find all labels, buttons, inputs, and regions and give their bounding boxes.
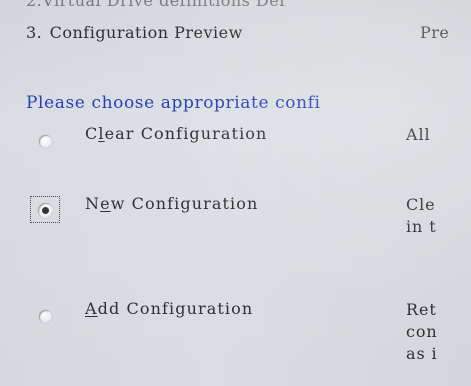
clear-configuration-label-suffix: ear Configuration	[104, 124, 268, 143]
new-configuration-description: Cle in t	[406, 195, 437, 236]
clear-configuration-option[interactable]: Clear Configuration All	[0, 118, 471, 178]
new-configuration-radio[interactable]	[38, 203, 53, 218]
clear-configuration-radio[interactable]	[39, 135, 52, 148]
add-configuration-option[interactable]: Add Configuration Ret con as i	[0, 294, 471, 363]
new-configuration-focus-rect	[30, 196, 60, 223]
clear-configuration-label-prefix: C	[85, 124, 99, 143]
new-configuration-label[interactable]: New Configuration	[85, 194, 258, 213]
step-3-label: Configuration Preview	[49, 23, 243, 42]
add-configuration-mnemonic: A	[85, 299, 98, 318]
new-configuration-option[interactable]: New Configuration Cle in t	[0, 186, 471, 246]
step-2-label: 2.Virtual Drive definitions Def	[26, 0, 286, 10]
add-configuration-label-suffix: dd Configuration	[97, 299, 254, 318]
step-3-configuration-preview: 3. Configuration Preview Pre	[26, 23, 449, 42]
add-configuration-label[interactable]: Add Configuration	[85, 299, 253, 318]
add-configuration-description: Ret con as i	[406, 300, 438, 363]
new-configuration-label-suffix: w Configuration	[110, 194, 259, 213]
clear-configuration-description: All	[406, 125, 431, 144]
selected-radio-dot	[42, 207, 49, 214]
step-3-description: Pre	[420, 23, 450, 42]
add-configuration-radio[interactable]	[39, 310, 52, 323]
new-configuration-mnemonic: e	[100, 194, 111, 213]
step-2-virtual-drive-definitions: 2.Virtual Drive definitions Def	[26, 0, 286, 10]
configuration-wizard-page: 2.Virtual Drive definitions Def 3. Confi…	[0, 0, 471, 386]
new-configuration-label-prefix: N	[85, 194, 101, 213]
instruction-prompt: Please choose appropriate confi	[26, 93, 321, 113]
step-3-number: 3.	[26, 23, 43, 42]
clear-configuration-label[interactable]: Clear Configuration	[85, 124, 267, 143]
